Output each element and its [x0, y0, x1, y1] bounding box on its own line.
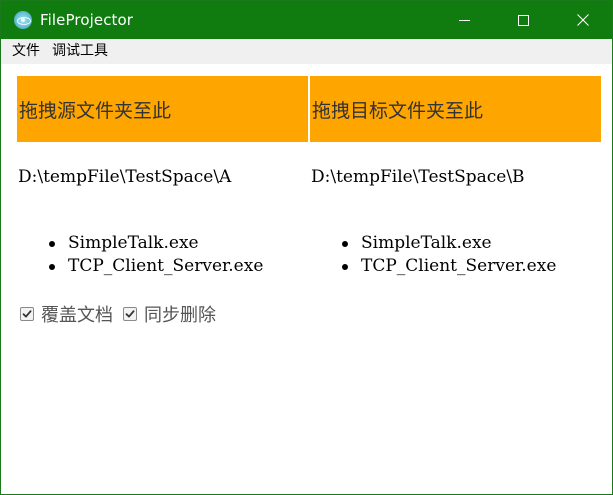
sync-delete-checkbox[interactable] [123, 307, 137, 321]
source-dropzone[interactable]: 拖拽源文件夹至此 [17, 76, 308, 142]
app-window: FileProjector 文件 调试工具 拖拽源文件夹至此 拖拽目标文件夹至此… [0, 0, 613, 495]
overwrite-checkbox[interactable] [20, 307, 34, 321]
checkmark-icon [22, 310, 32, 318]
source-path: D:\tempFile\TestSpace\A [18, 167, 232, 187]
menu-file[interactable]: 文件 [1, 39, 46, 64]
minimize-icon [459, 15, 470, 26]
list-item: SimpleTalk.exe [342, 232, 556, 255]
source-file-list: SimpleTalk.exe TCP_Client_Server.exe [49, 232, 263, 278]
checkmark-icon [125, 310, 135, 318]
window-controls [435, 1, 612, 39]
window-title: FileProjector [40, 11, 134, 29]
file-name: TCP_Client_Server.exe [361, 256, 557, 276]
sync-delete-option[interactable]: 同步删除 [123, 301, 216, 327]
overwrite-option[interactable]: 覆盖文档 [20, 301, 113, 327]
bullet-icon [49, 240, 55, 247]
options-row: 覆盖文档 同步删除 [20, 301, 226, 327]
main-content: 拖拽源文件夹至此 拖拽目标文件夹至此 D:\tempFile\TestSpace… [1, 64, 612, 494]
close-button[interactable] [553, 1, 612, 39]
file-name: TCP_Client_Server.exe [68, 256, 264, 276]
bullet-icon [342, 240, 348, 247]
menu-debug-tools[interactable]: 调试工具 [46, 39, 114, 64]
target-dropzone[interactable]: 拖拽目标文件夹至此 [310, 76, 601, 142]
menu-bar: 文件 调试工具 [1, 39, 612, 64]
target-file-list: SimpleTalk.exe TCP_Client_Server.exe [342, 232, 556, 278]
dropzones: 拖拽源文件夹至此 拖拽目标文件夹至此 [17, 76, 602, 142]
list-item: TCP_Client_Server.exe [342, 255, 556, 278]
list-item: TCP_Client_Server.exe [49, 255, 263, 278]
minimize-button[interactable] [435, 1, 494, 39]
maximize-icon [518, 14, 529, 26]
bullet-icon [49, 263, 55, 270]
title-bar[interactable]: FileProjector [1, 1, 612, 39]
file-name: SimpleTalk.exe [68, 233, 199, 253]
overwrite-label: 覆盖文档 [41, 305, 113, 326]
target-path: D:\tempFile\TestSpace\B [311, 167, 525, 187]
sync-delete-label: 同步删除 [144, 305, 216, 326]
close-icon [576, 14, 589, 26]
maximize-button[interactable] [494, 1, 553, 39]
app-orb-icon [14, 11, 32, 29]
file-name: SimpleTalk.exe [361, 233, 492, 253]
list-item: SimpleTalk.exe [49, 232, 263, 255]
bullet-icon [342, 263, 348, 270]
